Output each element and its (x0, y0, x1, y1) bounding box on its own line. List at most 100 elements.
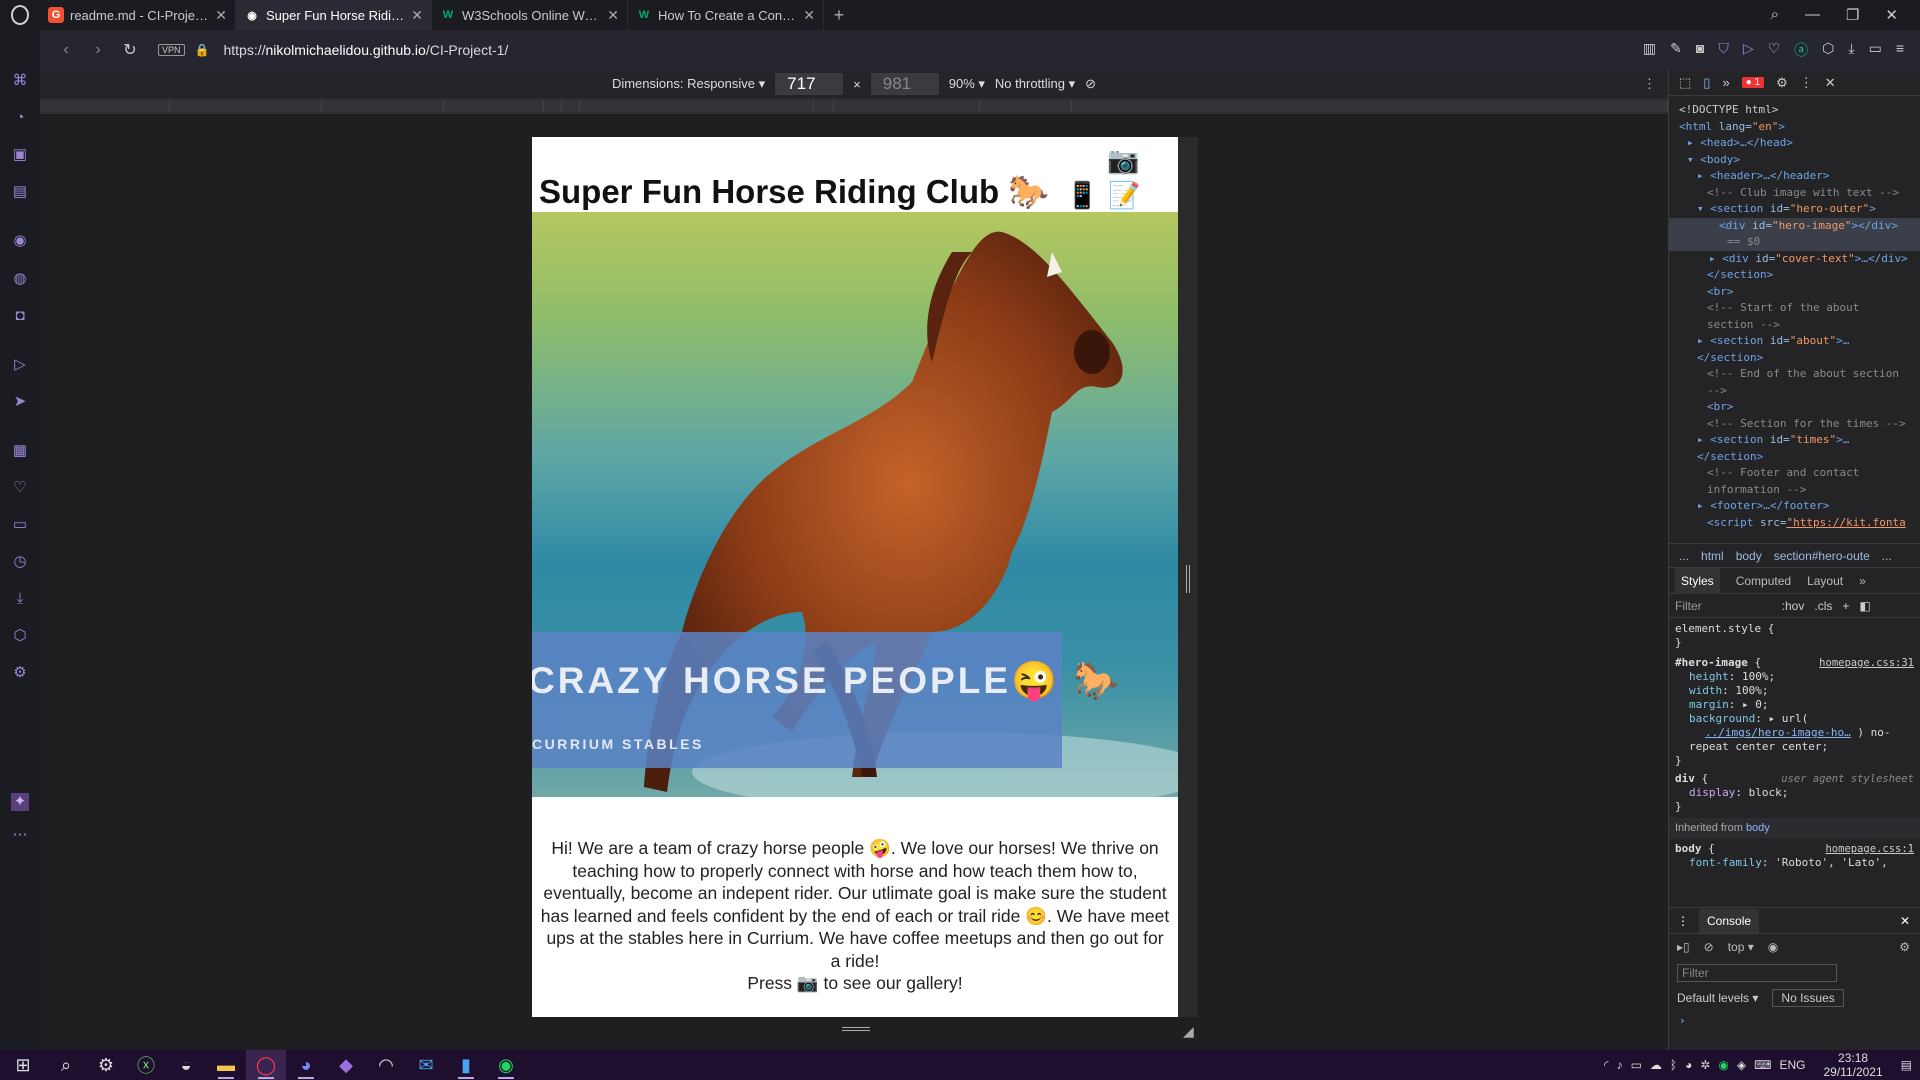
gaming-icon[interactable]: ⌘ (11, 72, 29, 90)
levels-dropdown[interactable]: Default levels ▾ (1677, 991, 1758, 1005)
styles-pane[interactable]: element.style { } #hero-image { homepage… (1669, 618, 1920, 908)
more-panels-icon[interactable]: » (1859, 574, 1866, 588)
file-explorer-icon[interactable]: ▬ (206, 1050, 246, 1080)
snapshot-icon[interactable]: ▭ (11, 516, 29, 534)
css-source-link[interactable]: homepage.css:31 (1819, 656, 1914, 670)
settings-app-icon[interactable]: ⚙ (86, 1050, 126, 1080)
workspaces-icon[interactable]: ▦ (11, 442, 29, 460)
extensions-icon[interactable]: ⬡ (11, 627, 29, 645)
battery-tray-icon[interactable]: ▭ (1631, 1058, 1642, 1072)
tab-styles[interactable]: Styles (1675, 567, 1720, 594)
url-field[interactable]: https://nikolmichaelidou.github.io/CI-Pr… (223, 42, 508, 58)
start-icon[interactable]: ⊞ (0, 1050, 46, 1080)
shield-icon[interactable]: ⛉ (1718, 40, 1729, 60)
visual-studio-icon[interactable]: ◆ (326, 1050, 366, 1080)
issues-button[interactable]: No Issues (1772, 989, 1844, 1007)
close-tab-icon[interactable]: ✕ (803, 7, 815, 24)
tab-contact-form[interactable]: W How To Create a Contact F ✕ (628, 0, 824, 30)
height-input[interactable]: 981 (870, 73, 939, 95)
device-toggle-icon[interactable]: ▯ (1703, 75, 1710, 91)
vpn-badge[interactable]: VPN (158, 44, 185, 56)
crumb[interactable]: ... (1882, 549, 1892, 563)
width-input[interactable]: 717 (775, 73, 844, 95)
css-source-link[interactable]: homepage.css:1 (1825, 842, 1914, 856)
edit-icon[interactable]: ✎ (1670, 40, 1682, 60)
speedometer-icon[interactable]: ◠ (366, 1050, 406, 1080)
player-icon[interactable]: ▷ (11, 356, 29, 374)
console-filter-input[interactable]: Filter (1677, 964, 1837, 982)
error-badge[interactable]: ● 1 (1741, 77, 1765, 88)
bluetooth-icon[interactable]: ᛒ (1670, 1058, 1677, 1072)
heart-icon[interactable]: ♡ (1768, 40, 1781, 60)
messenger-icon[interactable]: ◉ (11, 232, 29, 250)
devtools-menu-icon[interactable]: ⋮ (1800, 75, 1813, 91)
easy-setup-icon[interactable]: ≡ (1896, 40, 1904, 60)
contact-nav-icon[interactable]: 📝 (1108, 181, 1140, 211)
language-indicator[interactable]: ENG (1779, 1058, 1805, 1072)
discord-icon[interactable]: ◕ (286, 1050, 326, 1080)
minimize-icon[interactable]: — (1805, 6, 1820, 24)
cls-toggle[interactable]: .cls (1814, 599, 1832, 613)
notifications-icon[interactable]: ▤ (1901, 1058, 1912, 1072)
phone-app-icon[interactable]: ▮ (446, 1050, 486, 1080)
lock-icon[interactable]: 🔒 (195, 43, 210, 57)
restore-icon[interactable]: ❐ (1846, 6, 1859, 24)
tab-horse-club[interactable]: ◉ Super Fun Horse Riding Cl ✕ (236, 0, 432, 30)
keyboard-icon[interactable]: ⌨ (1754, 1058, 1771, 1072)
download-icon[interactable]: ⤓ (1848, 40, 1854, 60)
dimensions-dropdown[interactable]: Dimensions: Responsive ▾ (612, 76, 765, 92)
device-more-icon[interactable]: ⋮ (1643, 76, 1656, 92)
close-window-icon[interactable]: ✕ (1885, 6, 1898, 24)
close-devtools-icon[interactable]: ✕ (1825, 75, 1836, 91)
close-tab-icon[interactable]: ✕ (411, 7, 423, 24)
onedrive-icon[interactable]: ☁ (1650, 1058, 1662, 1072)
twitch-icon[interactable]: ▤ (11, 183, 29, 201)
app-tray-icon[interactable]: ◈ (1737, 1058, 1746, 1072)
search-icon[interactable]: ⌕ (46, 1050, 86, 1080)
gallery-nav-icon[interactable]: 📷 (1107, 146, 1139, 176)
downloads-icon[interactable]: ⤓ (11, 590, 29, 608)
close-tab-icon[interactable]: ✕ (607, 7, 619, 24)
tab-computed[interactable]: Computed (1736, 574, 1791, 588)
whatsapp-icon[interactable]: ◍ (11, 270, 29, 288)
forward-icon[interactable]: › (82, 41, 114, 59)
wifi-icon[interactable]: ◜ (1604, 1058, 1609, 1072)
context-dropdown[interactable]: top ▾ (1728, 940, 1754, 954)
xbox-icon[interactable]: ⓧ (126, 1050, 166, 1080)
battery-icon[interactable]: ▭ (1869, 40, 1882, 60)
opera-icon[interactable]: ◯ (246, 1050, 286, 1080)
discord-tray-icon[interactable]: ◕ (1685, 1058, 1692, 1072)
corner-resize-handle[interactable]: ◢ (1183, 1023, 1194, 1040)
drawer-menu-icon[interactable]: ⋮ (1677, 914, 1689, 928)
spotify-tray-icon[interactable]: ◉ (1718, 1058, 1728, 1072)
rotate-icon[interactable]: ⊘ (1085, 76, 1096, 92)
zoom-dropdown[interactable]: 90% ▾ (949, 76, 985, 92)
styles-filter-input[interactable]: Filter (1675, 599, 1702, 613)
volume-icon[interactable]: ♪ (1617, 1058, 1623, 1072)
console-prompt[interactable]: › (1669, 1014, 1920, 1027)
tab-console[interactable]: Console (1699, 908, 1760, 933)
flow-icon[interactable]: ▷ (1743, 40, 1754, 60)
gear-tray-icon[interactable]: ✲ (1700, 1058, 1710, 1072)
back-icon[interactable]: ‹ (50, 41, 82, 59)
bag-icon[interactable]: ▣ (11, 146, 29, 164)
hat-icon[interactable]: ◒ (166, 1050, 206, 1080)
app-icon[interactable]: ✦ (11, 793, 29, 811)
inspect-icon[interactable]: ⬚ (1679, 75, 1691, 91)
add-rule-icon[interactable]: + (1842, 599, 1849, 613)
phone-nav-icon[interactable]: 📱 (1066, 181, 1098, 211)
clock[interactable]: 23:18 29/11/2021 (1823, 1051, 1882, 1079)
opera-menu-icon[interactable] (0, 0, 40, 30)
crumb-section[interactable]: section#hero-oute (1774, 549, 1870, 563)
mail-icon[interactable]: ✉ (406, 1050, 446, 1080)
console-settings-icon[interactable]: ⚙ (1899, 940, 1910, 954)
more-icon[interactable]: ⋯ (11, 826, 29, 844)
more-tabs-icon[interactable]: » (1722, 75, 1729, 90)
close-tab-icon[interactable]: ✕ (215, 7, 227, 24)
clear-console-icon[interactable]: ⊘ (1704, 940, 1714, 954)
toggle-sidebar-icon[interactable]: ◧ (1859, 599, 1870, 613)
right-resize-handle[interactable] (1186, 565, 1190, 593)
bottom-resize-handle[interactable] (842, 1027, 870, 1031)
tab-layout[interactable]: Layout (1807, 574, 1843, 588)
console-sidebar-icon[interactable]: ▸▯ (1677, 940, 1690, 954)
